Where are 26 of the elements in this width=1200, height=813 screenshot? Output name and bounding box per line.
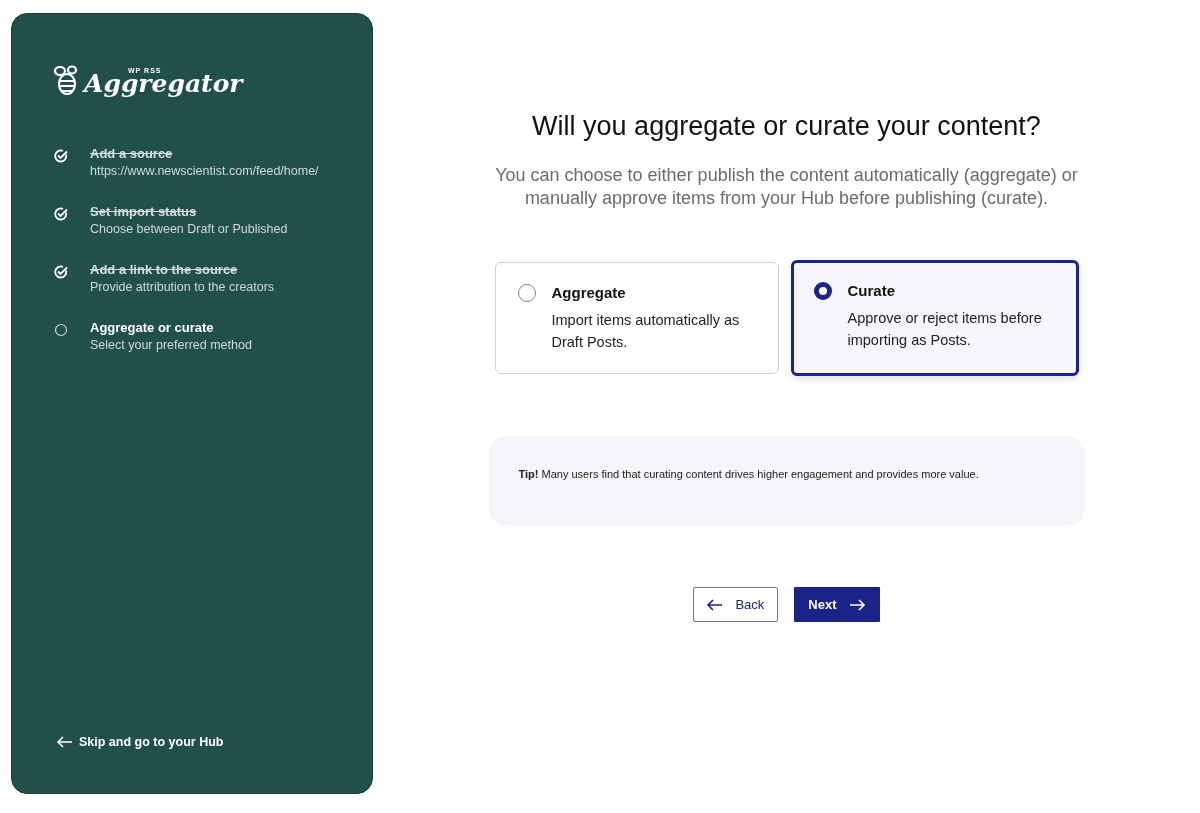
option-description: Import items automatically as Draft Posts. bbox=[551, 311, 741, 352]
skip-link[interactable]: Skip and go to your Hub bbox=[56, 735, 330, 749]
step-title: Add a link to the source bbox=[90, 262, 239, 277]
page-description: You can choose to either publish the content automatically (aggregate) or manually approve items from your Hub before publishing (curate). bbox=[494, 164, 1079, 210]
step-title: Set import status bbox=[90, 204, 198, 219]
bee-icon bbox=[54, 64, 80, 96]
tip-text: Tip! Many users find that curating content drives higher engagement and provides more value. bbox=[488, 436, 1085, 526]
arrow-left-icon bbox=[56, 736, 73, 748]
arrow-left-icon bbox=[706, 598, 724, 611]
radio-button[interactable] bbox=[813, 282, 832, 300]
option-title: Aggregate bbox=[551, 284, 627, 301]
option-card[interactable]: Curate Approve or reject items before importing as Posts. bbox=[790, 260, 1079, 376]
option-card[interactable]: Aggregate Import items automatically as Draft Posts. bbox=[494, 262, 779, 374]
next-button[interactable]: Next bbox=[794, 587, 880, 622]
back-button[interactable]: Back bbox=[693, 587, 779, 622]
step-subtitle: https://www.newscientist.com/feed/home/ bbox=[90, 164, 319, 178]
option-description: Approve or reject items before importing as Posts. bbox=[847, 309, 1043, 350]
step-title: Add a source bbox=[90, 146, 174, 161]
step-subtitle: Select your preferred method bbox=[90, 338, 252, 352]
option-title: Curate bbox=[847, 282, 896, 299]
radio-button[interactable] bbox=[517, 284, 536, 302]
page-heading: Will you aggregate or curate your content? bbox=[532, 111, 1041, 142]
step-subtitle: Choose between Draft or Published bbox=[90, 222, 288, 236]
step-subtitle: Provide attribution to the creators bbox=[90, 280, 275, 294]
step-title: Aggregate or curate bbox=[90, 320, 215, 335]
arrow-right-icon bbox=[848, 598, 866, 611]
